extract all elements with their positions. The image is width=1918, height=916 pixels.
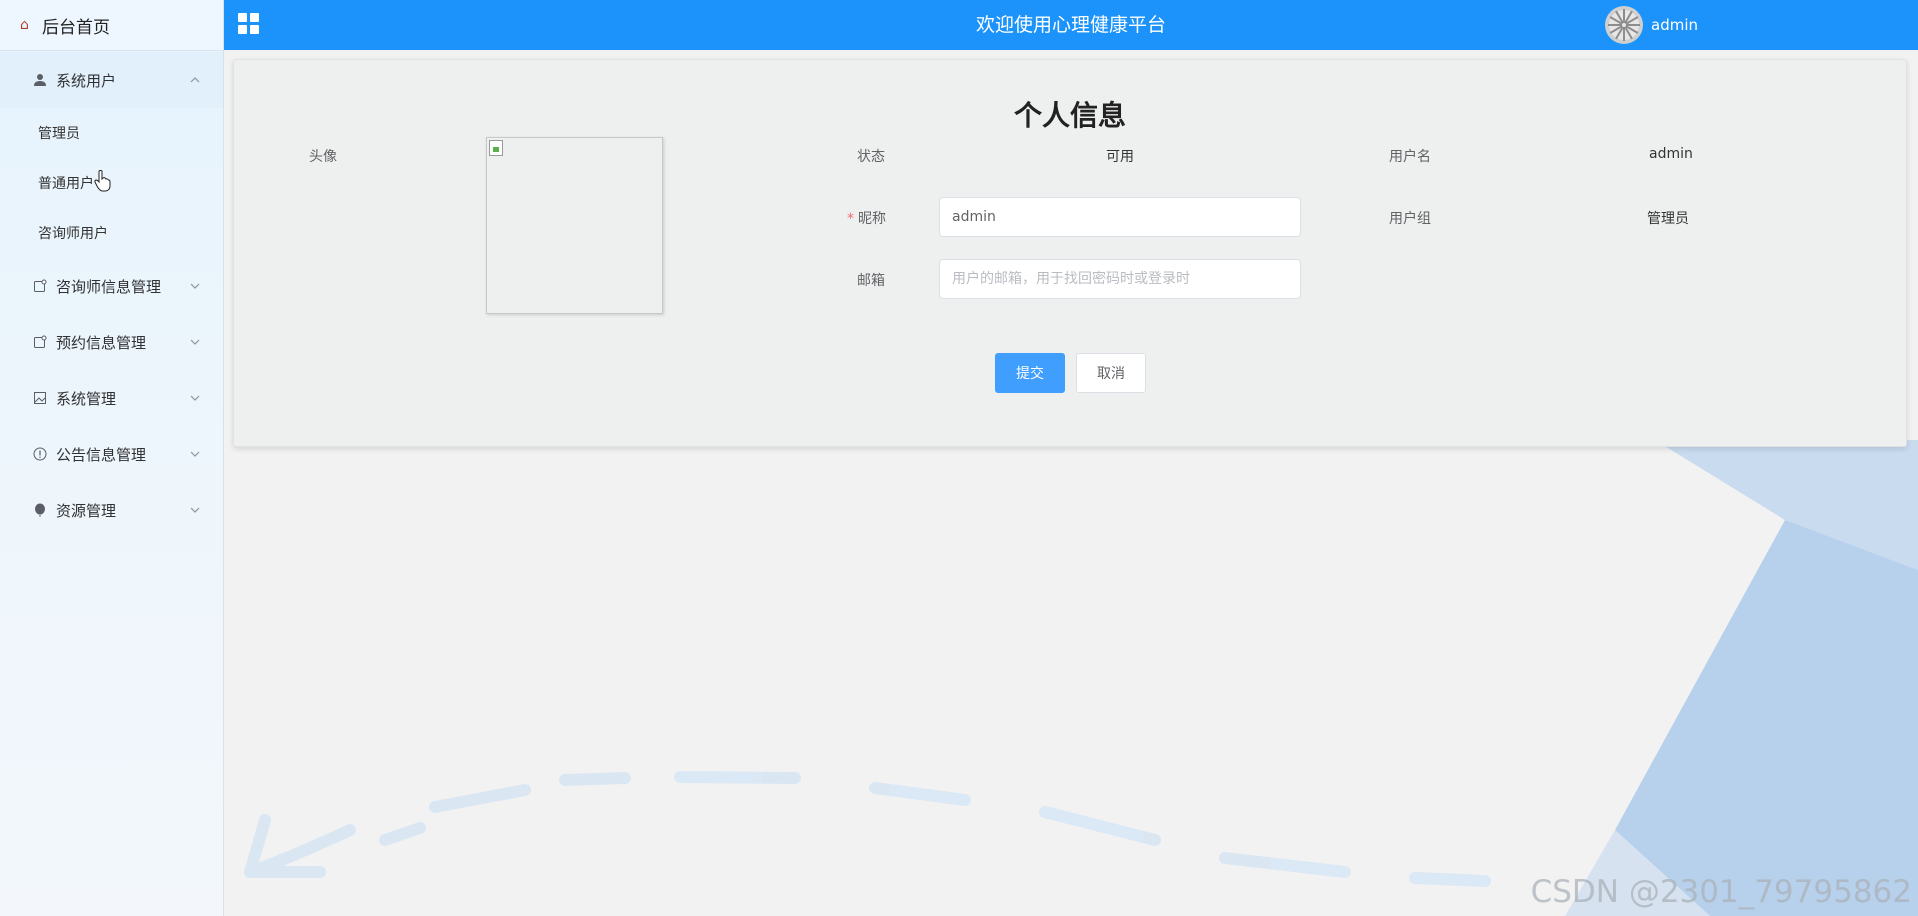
sidebar-group-appointment-info[interactable]: 预约信息管理 <box>0 314 223 370</box>
chevron-down-icon <box>190 339 200 345</box>
submit-button[interactable]: 提交 <box>995 353 1065 393</box>
sidebar-group-label: 咨询师信息管理 <box>56 277 162 296</box>
user-icon <box>32 72 48 88</box>
chevron-down-icon <box>190 507 200 513</box>
avatar <box>1605 6 1643 44</box>
nickname-label: * 昵称 <box>847 208 886 228</box>
sidebar: ⌂ 后台首页 系统用户 管理员 普通用户 咨询师用户 咨询师信息管理 预约信息管… <box>0 0 224 916</box>
sidebar-item-label: 咨询师用户 <box>38 226 108 242</box>
sidebar-item-admins[interactable]: 管理员 <box>0 108 223 158</box>
sidebar-group-system-management[interactable]: 系统管理 <box>0 370 223 426</box>
avatar-image-upload[interactable] <box>486 137 663 314</box>
email-label: 邮箱 <box>857 273 885 289</box>
profile-card: 个人信息 头像 状态 可用 用户名 admin *昵称 用户组 管理员 邮箱 提… <box>233 59 1907 447</box>
info-circle-icon <box>32 446 48 462</box>
user-group-label: 用户组 <box>1389 211 1431 227</box>
balloon-icon <box>32 502 48 518</box>
avatar-label: 头像 <box>309 149 337 165</box>
status-value: 可用 <box>1106 149 1134 165</box>
sidebar-home-label: 后台首页 <box>42 17 110 38</box>
username-label: 用户名 <box>1389 149 1431 165</box>
top-header: 欢迎使用心理健康平台 admin <box>224 0 1918 50</box>
status-label: 状态 <box>857 149 885 165</box>
doc-icon <box>32 334 48 350</box>
sidebar-home-link[interactable]: ⌂ 后台首页 <box>0 0 223 51</box>
required-mark: * <box>847 211 854 227</box>
doc-icon <box>32 278 48 294</box>
sidebar-item-label: 普通用户 <box>38 176 94 192</box>
watermark: CSDN @2301_79795862 <box>1530 874 1912 910</box>
chevron-down-icon <box>190 451 200 457</box>
sidebar-group-resources[interactable]: 资源管理 <box>0 482 223 538</box>
user-menu[interactable]: admin <box>1605 4 1698 46</box>
nickname-input[interactable] <box>939 197 1301 237</box>
mouse-pointer-icon <box>94 170 111 192</box>
user-group-value: 管理员 <box>1647 211 1689 227</box>
header-username: admin <box>1651 16 1698 34</box>
page-title: 个人信息 <box>1013 99 1126 132</box>
sidebar-group-label: 资源管理 <box>56 501 117 520</box>
sidebar-item-counselor-users[interactable]: 咨询师用户 <box>0 208 223 258</box>
home-icon: ⌂ <box>20 17 29 33</box>
broken-image-icon <box>489 140 503 156</box>
sidebar-group-label: 公告信息管理 <box>56 445 147 464</box>
nickname-label-text: 昵称 <box>858 211 886 227</box>
chevron-up-icon <box>190 77 200 83</box>
picture-icon <box>32 390 48 406</box>
sidebar-group-label: 系统用户 <box>56 71 117 90</box>
sidebar-group-label: 系统管理 <box>56 389 117 408</box>
username-value: admin <box>1649 146 1693 162</box>
sidebar-item-normal-users[interactable]: 普通用户 <box>0 158 223 208</box>
sidebar-group-announcement[interactable]: 公告信息管理 <box>0 426 223 482</box>
sidebar-group-label: 预约信息管理 <box>56 333 147 352</box>
chevron-down-icon <box>190 395 200 401</box>
chevron-down-icon <box>190 283 200 289</box>
sidebar-group-system-users[interactable]: 系统用户 <box>0 52 223 108</box>
sidebar-item-label: 管理员 <box>38 126 80 142</box>
email-input[interactable] <box>939 259 1301 299</box>
sidebar-group-counselor-info[interactable]: 咨询师信息管理 <box>0 258 223 314</box>
cancel-button[interactable]: 取消 <box>1076 353 1146 393</box>
